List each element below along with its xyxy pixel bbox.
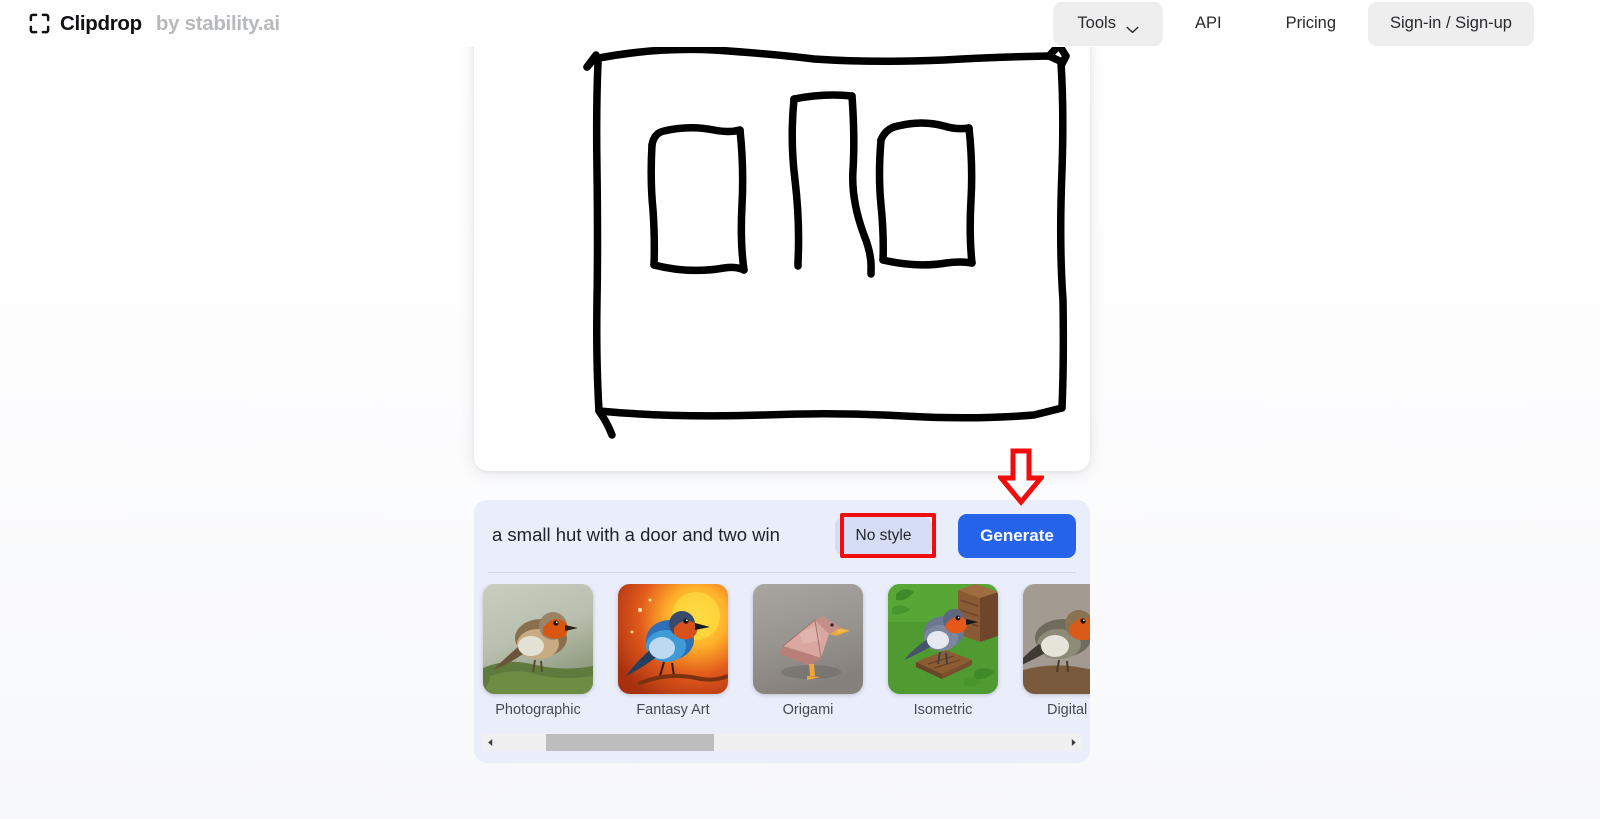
top-navigation-bar: Clipdrop by stability.ai Tools API Prici… xyxy=(0,0,1600,47)
style-label: Isometric xyxy=(913,702,973,718)
brand-logo[interactable]: Clipdrop by stability.ai xyxy=(28,0,280,47)
brand-suffix: by stability.ai xyxy=(155,11,280,35)
signin-signup-button[interactable]: Sign-in / Sign-up xyxy=(1368,1,1534,46)
scrollbar-track[interactable] xyxy=(499,734,1065,751)
nav-links: Tools API Pricing Sign-in / Sign-up xyxy=(1053,0,1534,47)
style-label: Photographic xyxy=(495,702,581,718)
style-card-photographic[interactable]: Photographic xyxy=(483,584,593,718)
style-thumbnail-fantasy-art xyxy=(618,584,728,694)
prompt-row: No style Generate xyxy=(474,500,1090,569)
nav-tools-label: Tools xyxy=(1077,14,1116,32)
style-label: Fantasy Art xyxy=(636,702,710,718)
style-thumbnail-digital-art xyxy=(1023,584,1090,694)
generate-button[interactable]: Generate xyxy=(958,514,1076,558)
nav-api-link[interactable]: API xyxy=(1163,2,1254,46)
style-label: Origami xyxy=(782,702,834,718)
style-thumbnail-photographic xyxy=(483,584,593,694)
crop-brackets-icon xyxy=(28,12,51,35)
style-thumbnail-origami xyxy=(753,584,863,694)
styles-horizontal-scrollbar[interactable] xyxy=(482,734,1082,751)
style-thumbnails-strip: Photographic Fantasy Art Origami Isometr… xyxy=(474,584,1090,730)
style-card-digital-art[interactable]: Digital Art xyxy=(1023,584,1090,718)
style-label: Digital Art xyxy=(1046,702,1090,718)
arrow-right-icon[interactable] xyxy=(1065,734,1082,751)
nav-tools-button[interactable]: Tools xyxy=(1053,1,1163,46)
style-thumbnails-track: Photographic Fantasy Art Origami Isometr… xyxy=(483,584,1090,718)
brand-name: Clipdrop xyxy=(60,11,142,35)
panel-divider xyxy=(488,572,1076,573)
chevron-down-icon xyxy=(1126,20,1139,33)
style-card-fantasy-art[interactable]: Fantasy Art xyxy=(618,584,728,718)
style-card-isometric[interactable]: Isometric xyxy=(888,584,998,718)
prompt-and-styles-panel: No style Generate xyxy=(474,500,1090,763)
sketch-canvas-card[interactable] xyxy=(474,0,1090,471)
scrollbar-thumb[interactable] xyxy=(546,734,714,751)
style-thumbnail-isometric xyxy=(888,584,998,694)
style-card-origami[interactable]: Origami xyxy=(753,584,863,718)
arrow-left-icon[interactable] xyxy=(482,734,499,751)
hut-sketch-drawing xyxy=(583,41,1070,439)
nav-pricing-link[interactable]: Pricing xyxy=(1254,2,1368,46)
style-selector-button[interactable]: No style xyxy=(835,517,932,555)
